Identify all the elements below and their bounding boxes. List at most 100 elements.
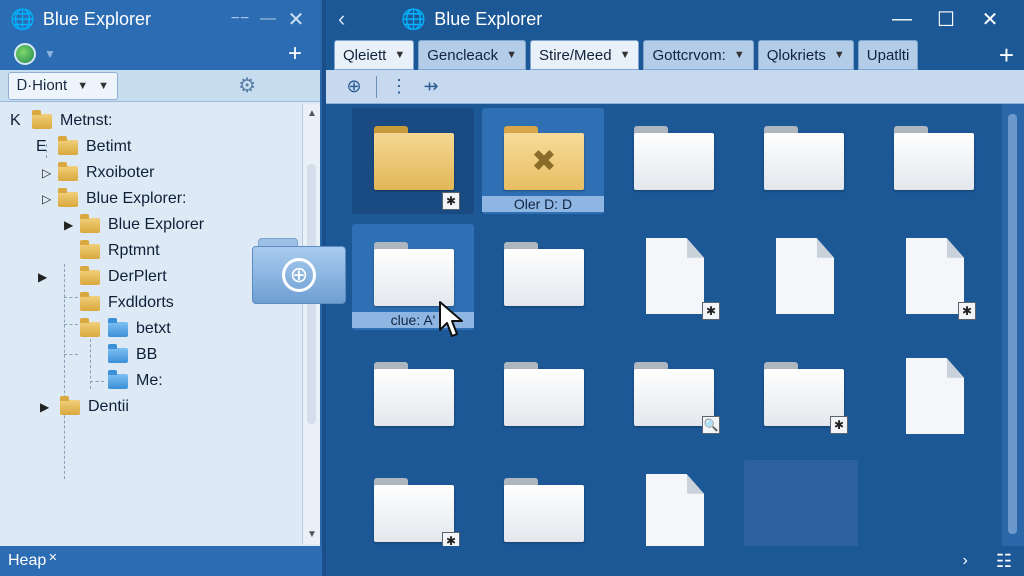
folder-icon xyxy=(108,317,128,337)
tree-item[interactable]: betxt xyxy=(80,317,171,340)
chevron-right-icon[interactable]: › xyxy=(963,552,968,570)
close-icon[interactable]: ✕ xyxy=(282,7,310,32)
new-tab-button[interactable]: + xyxy=(999,40,1014,71)
tree-item[interactable]: Rptmnt xyxy=(80,239,160,262)
folder-icon xyxy=(58,135,78,155)
expand-icon[interactable]: ▷ xyxy=(42,166,58,180)
chevron-down-icon: ▼ xyxy=(733,49,745,61)
grid-item-folder[interactable] xyxy=(482,224,604,330)
tree-item[interactable]: ▷ Blue Explorer: xyxy=(42,187,187,210)
empty-slot xyxy=(744,460,858,546)
tree-item[interactable]: Fxdldorts xyxy=(80,291,174,314)
maximize-button[interactable]: ☐ xyxy=(924,7,968,32)
left-location-bar: ▼ + xyxy=(0,38,320,70)
shortcut-badge-icon: ✱ xyxy=(702,302,720,320)
tab-5[interactable]: Upatlti xyxy=(857,40,919,70)
tab-label: Gottcrvom: xyxy=(652,46,726,64)
folder-tree: K Metnst: E Betimt ▷ Rxoibοter ▷ Blue Ex… xyxy=(0,104,302,544)
minimize-button[interactable]: — xyxy=(880,8,924,31)
grid-item-folder[interactable] xyxy=(742,108,864,214)
tree-item-label: Rptmnt xyxy=(108,242,160,259)
grid-item-folder[interactable] xyxy=(352,344,474,450)
grid-item-file[interactable] xyxy=(612,460,734,546)
expand-icon[interactable]: ▶ xyxy=(38,270,80,284)
left-scrollbar[interactable]: ▲ ▼ xyxy=(302,104,320,544)
folder-icon xyxy=(60,395,80,415)
document-icon xyxy=(646,474,704,546)
globe-nav-icon[interactable]: ⊕ xyxy=(338,76,370,97)
left-toolbar: Ꭰ·Hiont ▼ ▼ ⚙ xyxy=(0,70,320,102)
tab-3[interactable]: Gottcrvom: ▼ xyxy=(643,40,754,70)
more-vertical-icon[interactable]: ⋮ xyxy=(383,76,415,97)
grid-item-file[interactable]: ✱ xyxy=(612,224,734,330)
tree-item[interactable]: ▷ Rxoibοter xyxy=(42,161,154,184)
tab-0[interactable]: Qleiett ▼ xyxy=(334,40,415,70)
chevron-down-icon[interactable]: ▼ xyxy=(44,47,56,61)
folder-icon xyxy=(80,317,100,337)
globe-icon: 🌐 xyxy=(10,8,35,31)
shortcut-badge-icon: ✱ xyxy=(830,416,848,434)
expand-icon[interactable]: ▷ xyxy=(42,192,58,206)
grid-item-folder[interactable]: ✱ xyxy=(352,108,474,214)
left-status-bar: Heap ✕ xyxy=(0,546,322,576)
tab-2[interactable]: Stire/Meed ▼ xyxy=(530,40,640,70)
grid-item-folder[interactable]: ✱ xyxy=(742,344,864,450)
tree-item[interactable]: BB xyxy=(108,343,158,366)
scroll-up-icon[interactable]: ▲ xyxy=(307,108,317,119)
grid-item-folder[interactable] xyxy=(482,460,604,546)
grid-item-folder[interactable] xyxy=(872,108,994,214)
tree-item[interactable]: ▶ Dentii xyxy=(40,395,129,418)
grid-item-folder[interactable] xyxy=(482,344,604,450)
gear-icon[interactable]: ⚙ xyxy=(238,73,256,98)
document-icon xyxy=(646,238,704,314)
right-pane: ‹ 🌐 Blue Explorer — ☐ ✕ Qleiett ▼ Genclea… xyxy=(326,0,1024,576)
grid-item-folder[interactable] xyxy=(612,108,734,214)
close-small-icon[interactable]: ✕ xyxy=(48,551,57,564)
grid-view-icon[interactable]: ☷ xyxy=(996,551,1012,572)
tab-bar: Qleiett ▼ Gencleack ▼ Stire/Meed ▼ Gottcrvo… xyxy=(334,40,922,70)
tree-item[interactable]: ▶ Blue Explorer xyxy=(64,213,204,236)
scroll-down-icon[interactable]: ▼ xyxy=(307,529,317,540)
tab-label: Gencleack xyxy=(427,46,499,64)
right-status-bar: › ☷ xyxy=(326,546,1024,576)
grid-item-folder[interactable]: ✱ xyxy=(352,460,474,546)
scroll-thumb[interactable] xyxy=(1008,114,1017,534)
grid-item-file[interactable] xyxy=(742,224,864,330)
left-window-title: Blue Explorer xyxy=(42,8,151,29)
earth-icon[interactable] xyxy=(14,43,36,65)
tree-item-label: Betimt xyxy=(86,138,132,155)
tree-item[interactable]: K Metnst: xyxy=(10,109,112,132)
shortcut-badge-icon: ✱ xyxy=(442,192,460,210)
tab-1[interactable]: Gencleack ▼ xyxy=(418,40,527,70)
arrow-right-icon[interactable]: ⇸ xyxy=(415,76,447,97)
folder-icon xyxy=(108,343,128,363)
chevron-down-icon: ▼ xyxy=(506,49,518,61)
tree-item-label: betxt xyxy=(136,320,171,337)
tree-item[interactable]: ▶ DerPlert xyxy=(38,265,167,288)
grid-item-folder[interactable]: ✖ Oler D: D xyxy=(482,108,604,214)
maximize-icon[interactable]: — xyxy=(254,10,282,28)
folder-icon xyxy=(80,265,100,285)
view-dropdown[interactable]: Ꭰ·Hiont ▼ ▼ xyxy=(8,71,118,100)
back-icon[interactable]: ‹ xyxy=(338,6,345,32)
folder-icon xyxy=(80,291,100,311)
folder-tools-icon: ✖ xyxy=(504,126,584,190)
grid-item-file[interactable] xyxy=(872,344,994,450)
chevron-down-icon: ▼ xyxy=(98,79,109,92)
folder-icon xyxy=(374,362,454,426)
minimize-icon[interactable]: −− xyxy=(226,10,254,28)
tab-4[interactable]: Qlokriets ▼ xyxy=(757,40,854,70)
close-button[interactable]: ✕ xyxy=(968,7,1012,32)
right-scrollbar[interactable] xyxy=(1002,104,1024,546)
grid-item-folder[interactable]: 🔍 xyxy=(612,344,734,450)
expand-icon[interactable]: ▶ xyxy=(40,400,60,414)
tree-item-label: BB xyxy=(136,346,158,363)
folder-icon xyxy=(634,126,714,190)
status-text: Heap xyxy=(8,552,47,569)
new-tab-button[interactable]: + xyxy=(288,40,302,68)
expand-icon[interactable]: ▶ xyxy=(64,218,80,232)
tree-item[interactable]: E Betimt xyxy=(36,135,132,158)
grid-item-file[interactable]: ✱ xyxy=(872,224,994,330)
folder-icon xyxy=(108,369,128,389)
tree-item[interactable]: Me: xyxy=(108,369,163,392)
